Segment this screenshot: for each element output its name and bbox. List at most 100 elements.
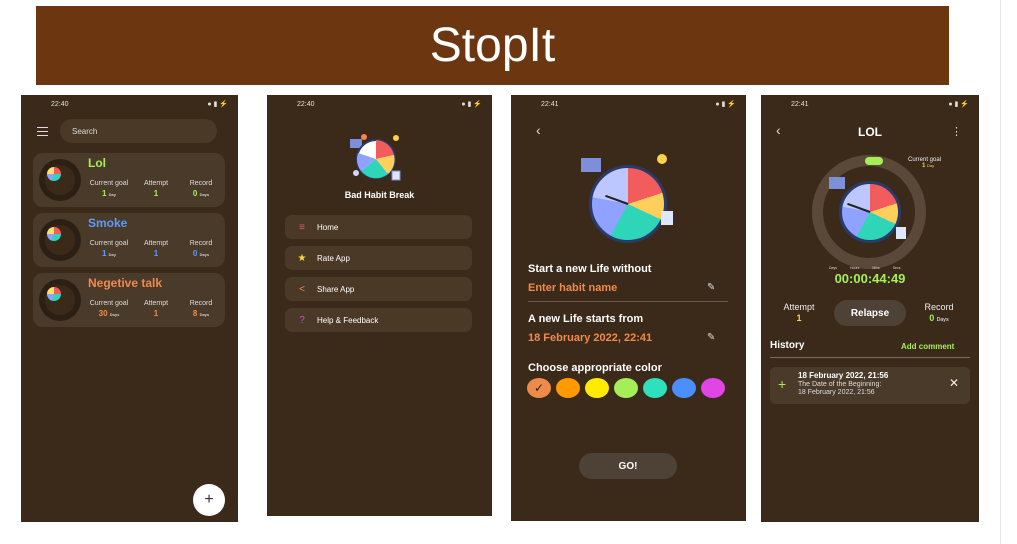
history-item-line2: 18 February 2022, 21:56 (798, 389, 875, 396)
edit-habit-name-pencil-icon[interactable]: ✎ (707, 282, 715, 293)
phone-habit-list: 22:40 ● ▮ ⚡ Search Lol Current goal 1 Day A… (21, 95, 238, 522)
habit-stat-label: Record (189, 300, 213, 307)
habit-stat: Record 0 Days (178, 240, 224, 258)
time-unit-label: Secs (892, 266, 901, 270)
history-heading: History (770, 340, 805, 351)
color-swatch[interactable] (672, 378, 696, 398)
current-goal-number: 1 (922, 163, 926, 169)
add-comment-link[interactable]: Add comment (901, 342, 954, 351)
habit-stat-label: Attempt (143, 180, 169, 187)
banner-title: StopIt (36, 6, 949, 85)
history-item-title: 18 February 2022, 21:56 (798, 371, 889, 380)
status-time: 22:40 (297, 100, 315, 108)
plus-icon[interactable]: + (778, 376, 786, 392)
history-item-line1: The Date of the Beginning: (798, 381, 882, 388)
habit-stat: Record 8 Days (178, 300, 224, 318)
clock-illustration-icon (589, 165, 667, 243)
color-swatch[interactable] (701, 378, 725, 398)
record-value: 0 (929, 313, 935, 323)
habit-stat: Attempt 1 (133, 180, 179, 198)
starts-from-label: A new Life starts from (528, 313, 644, 325)
habit-stat-value: 1 (101, 249, 107, 258)
color-swatch[interactable] (585, 378, 609, 398)
habit-stat-label: Record (189, 180, 213, 187)
start-date-value[interactable]: 18 February 2022, 22:41 (528, 332, 652, 344)
habit-name: Lol (88, 156, 106, 170)
habit-title: LOL (858, 125, 882, 139)
phone-new-habit: 22:41 ● ▮ ⚡ ‹ Start a new Life without E… (511, 95, 746, 521)
color-swatch[interactable]: ✓ (527, 378, 551, 398)
menu-item-label: Share App (317, 284, 355, 294)
status-icons: ● ▮ ⚡ (207, 101, 228, 108)
menu-item-help-feedback[interactable]: ? Help & Feedback (285, 308, 472, 332)
progress-indicator (865, 157, 883, 165)
close-icon[interactable]: ✕ (949, 376, 959, 390)
status-bar: 22:41 ● ▮ ⚡ (761, 95, 979, 113)
notes-icon (896, 227, 906, 239)
relapse-button[interactable]: Relapse (834, 300, 906, 326)
menu-item-label: Help & Feedback (317, 315, 379, 325)
choose-color-label: Choose appropriate color (528, 362, 662, 374)
record-label: Record (924, 302, 954, 312)
habit-progress-ring (39, 279, 81, 321)
list-icon: ≡ (299, 221, 305, 233)
habit-stat-value: 30 (98, 309, 108, 318)
time-unit-label: Hours (849, 266, 860, 270)
habit-stat-label: Record (189, 240, 213, 247)
status-bar: 22:40 ● ▮ ⚡ (267, 95, 492, 113)
clock-icon (47, 167, 61, 181)
current-goal-unit: Day (927, 163, 935, 168)
habit-card[interactable]: Negetive talk Current goal 30 Days Attempt 1… (33, 273, 225, 327)
habit-name-input[interactable]: Enter habit name (528, 282, 617, 294)
habit-stat-value: 1 (153, 309, 159, 318)
search-input[interactable]: Search (60, 119, 217, 143)
color-swatch[interactable] (556, 378, 580, 398)
color-swatch[interactable] (614, 378, 638, 398)
menu-item-rate-app[interactable]: ★ Rate App (285, 246, 472, 270)
menu-item-home[interactable]: ≡ Home (285, 215, 472, 239)
habit-card[interactable]: Smoke Current goal 1 Day Attempt 1 Record 0 D… (33, 213, 225, 267)
menu-item-label: Home (317, 222, 339, 232)
time-unit-label: Days (829, 266, 837, 270)
history-divider (770, 357, 970, 358)
habit-stat-unit: Days (199, 252, 210, 257)
current-goal-value: 1 Day (922, 163, 941, 169)
clock-icon (47, 287, 61, 301)
habit-stat-value: 0 (192, 189, 198, 198)
status-time: 22:40 (51, 100, 69, 108)
habit-stat: Current goal 1 Day (86, 180, 132, 198)
attempt-label: Attempt (783, 302, 815, 312)
history-item[interactable]: + 18 February 2022, 21:56 The Date of th… (770, 367, 970, 404)
attempt-value: 1 (796, 313, 802, 323)
habit-stat-value: 1 (153, 249, 159, 258)
add-habit-button[interactable]: + (193, 484, 225, 516)
back-arrow-icon[interactable]: ‹ (536, 122, 541, 138)
habit-stat: Attempt 1 (133, 240, 179, 258)
status-bar: 22:40 ● ▮ ⚡ (21, 95, 238, 113)
color-swatch[interactable] (643, 378, 667, 398)
bulb-icon (657, 154, 667, 164)
habit-stat-value: 0 (192, 249, 198, 258)
status-time: 22:41 (791, 100, 809, 108)
habit-name: Negetive talk (88, 276, 163, 290)
calendar-icon (829, 177, 845, 189)
more-options-icon[interactable]: ⋮ (951, 125, 962, 138)
habit-stat-unit: Day (108, 192, 117, 197)
app-logo-icon (350, 134, 401, 181)
elapsed-timer: 00:00:44:49 (834, 271, 906, 286)
menu-item-share-app[interactable]: < Share App (285, 277, 472, 301)
attempt-stat: Attempt 1 (777, 302, 821, 323)
habit-stat-label: Attempt (143, 300, 169, 307)
habit-card[interactable]: Lol Current goal 1 Day Attempt 1 Record 0 Day… (33, 153, 225, 207)
habit-stat: Attempt 1 (133, 300, 179, 318)
status-icons: ● ▮ ⚡ (948, 101, 969, 108)
habit-stat: Current goal 30 Days (86, 300, 132, 318)
app-name: Bad Habit Break (344, 190, 415, 200)
hamburger-menu-icon[interactable] (37, 126, 48, 136)
edit-date-pencil-icon[interactable]: ✎ (707, 332, 715, 343)
star-icon: ★ (297, 252, 307, 264)
page-edge (1000, 0, 1017, 544)
go-button[interactable]: GO! (579, 453, 677, 479)
history-item-subtitle: The Date of the Beginning: 18 February 2… (798, 381, 881, 397)
status-icons: ● ▮ ⚡ (715, 101, 736, 108)
